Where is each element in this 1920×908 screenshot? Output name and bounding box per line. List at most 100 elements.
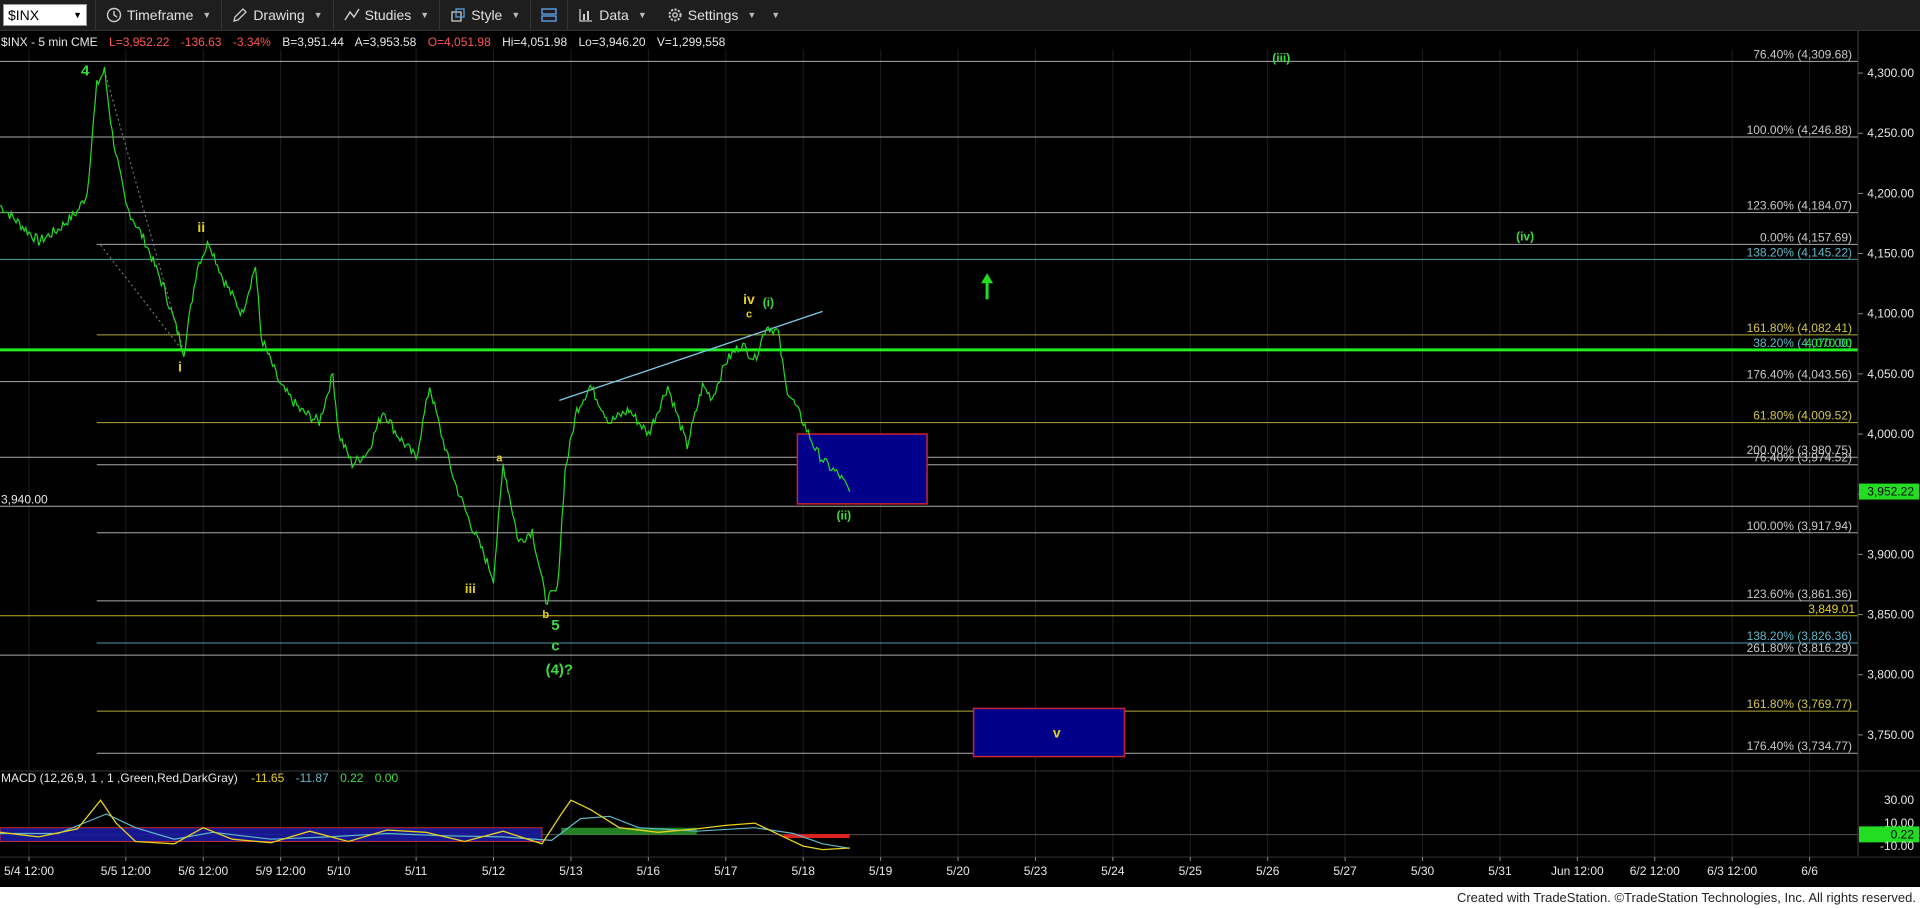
yellow-line-label: 3,849.01 [1808,602,1855,616]
clock-icon [106,7,122,23]
wave-label: a [496,453,503,465]
fib-level-label: 123.60% (4,184.07) [1747,199,1852,213]
low-price: Lo=3,946.20 [579,35,646,49]
time-tick-label: 5/18 [792,864,816,878]
pencil-icon [233,8,248,22]
time-tick-label: 5/30 [1411,864,1435,878]
ask-price: A=3,953.58 [355,35,417,49]
macd-value-3: 0.22 [340,771,364,785]
bid-price: B=3,951.44 [282,35,344,49]
macd-title-text: MACD (12,26,9, 1 , 1 ,Green,Red,DarkGray… [1,771,238,785]
wave-label: i [178,358,182,374]
studies-menu[interactable]: Studies ▼ [332,0,440,30]
fib-level-label: 100.00% (4,246.88) [1747,123,1852,137]
price-tick-label: 3,750.00 [1867,728,1914,742]
timeframe-label: Timeframe [127,7,194,23]
macd-tick-label: -10.00 [1880,839,1914,853]
chevron-down-icon[interactable]: ▼ [73,10,82,20]
wave-label: iv [743,291,755,307]
window-layout-icon [541,8,557,22]
time-tick-label: 5/16 [637,864,661,878]
price-tick-label: 3,900.00 [1867,547,1914,561]
last-price: L=3,952.22 [109,35,170,49]
open-price: O=4,051.98 [428,35,491,49]
wave-label: (i) [763,296,774,310]
left-price-label: 3,940.00 [1,492,48,506]
price-chart[interactable]: 76.40% (4,309.68) 100.00% (4,246.88) 123.6… [0,31,1920,887]
chart-background [0,31,1920,887]
wave-label: 5 [551,617,559,634]
high-price: Hi=4,051.98 [502,35,567,49]
layout-button[interactable] [530,0,567,30]
fib-level-label: 138.20% (4,145.22) [1747,245,1852,259]
fib-level-label: 176.40% (3,734.77) [1747,739,1852,753]
target-zone-box [972,707,1126,758]
studies-icon [343,8,360,21]
price-tick-label: 4,000.00 [1867,427,1914,441]
time-tick-label: 5/11 [405,864,428,878]
studies-label: Studies [364,7,412,23]
footer-credit: Created with TradeStation. ©TradeStation… [0,887,1920,908]
caret-down-icon: ▼ [511,10,521,20]
fib-level-label: 76.40% (4,309.68) [1753,47,1852,61]
volume-value: V=1,299,558 [657,35,726,49]
fib-level-label: 100.00% (3,917.94) [1747,519,1852,533]
macd-tick-label: 30.00 [1884,793,1914,807]
wave-label: ii [197,219,205,235]
style-menu[interactable]: Style ▼ [439,0,530,30]
price-tick-label: 4,050.00 [1867,367,1914,381]
macd-value-1: -11.65 [251,771,284,785]
wave-label: b [542,609,549,621]
time-tick-label: 5/9 12:00 [256,864,306,878]
price-tick-label: 4,200.00 [1867,186,1914,200]
macd-value-2: -11.87 [296,771,329,785]
time-tick-label: 6/6 [1801,864,1818,878]
time-tick-label: 6/2 12:00 [1630,864,1680,878]
price-tick-label: 4,100.00 [1867,307,1914,321]
time-tick-label: 6/3 12:00 [1707,864,1757,878]
caret-down-icon: ▼ [420,10,430,20]
wave-label: (ii) [837,509,852,523]
drawing-menu[interactable]: Drawing ▼ [221,0,332,30]
time-tick-label: 5/19 [869,864,893,878]
toolbar: $INX ▼ Timeframe ▼ Drawing ▼ Studies ▼ S… [0,0,1920,31]
symbol-selector[interactable]: $INX ▼ [3,4,87,26]
fib-level-label: 123.60% (3,861.36) [1747,587,1852,601]
price-tick-label: 4,150.00 [1867,247,1914,261]
timeframe-menu[interactable]: Timeframe ▼ [95,0,221,30]
time-tick-label: 5/4 12:00 [4,864,54,878]
wave-label: iii [465,581,476,596]
wave-label: c [746,308,752,320]
settings-menu[interactable]: Settings ▼ ▼ [657,0,790,30]
time-tick-label: 5/24 [1101,864,1125,878]
settings-label: Settings [687,7,739,23]
data-icon [579,9,593,22]
change-percent: -3.34% [233,35,271,49]
overflow-caret-icon[interactable]: ▼ [771,10,780,20]
time-tick-label: 5/26 [1256,864,1280,878]
symbol-info-text: $INX - 5 min CME [1,35,98,49]
target-zone-box [796,433,928,505]
caret-down-icon: ▼ [202,10,212,20]
chart-header: $INX - 5 min CME L=3,952.22 -136.63 -3.3… [1,35,726,49]
data-menu[interactable]: Data ▼ [567,0,657,30]
last-price-marker-label: 3,952.22 [1867,485,1914,499]
drawing-label: Drawing [253,7,305,23]
wave-label: (4)? [546,662,574,679]
price-tick-label: 4,250.00 [1867,126,1914,140]
fib-level-label: 161.80% (3,769.77) [1747,697,1852,711]
fib-level-label: 76.40% (3,974.52) [1753,451,1852,465]
time-tick-label: 5/17 [714,864,738,878]
time-tick-label: 5/27 [1333,864,1357,878]
data-label: Data [599,7,629,23]
symbol-info: $INX - 5 min CME L=3,952.22 -136.63 -3.3… [1,35,726,49]
time-tick-label: 5/13 [559,864,583,878]
fib-level-label: 61.80% (4,009.52) [1753,409,1852,423]
wave-label: (iv) [1516,229,1534,243]
caret-down-icon: ▼ [747,10,757,20]
caret-down-icon: ▼ [313,10,323,20]
symbol-value: $INX [8,7,40,23]
wave-label: 4 [81,62,90,79]
time-tick-label: 5/5 12:00 [101,864,151,878]
time-tick-label: 5/10 [327,864,351,878]
